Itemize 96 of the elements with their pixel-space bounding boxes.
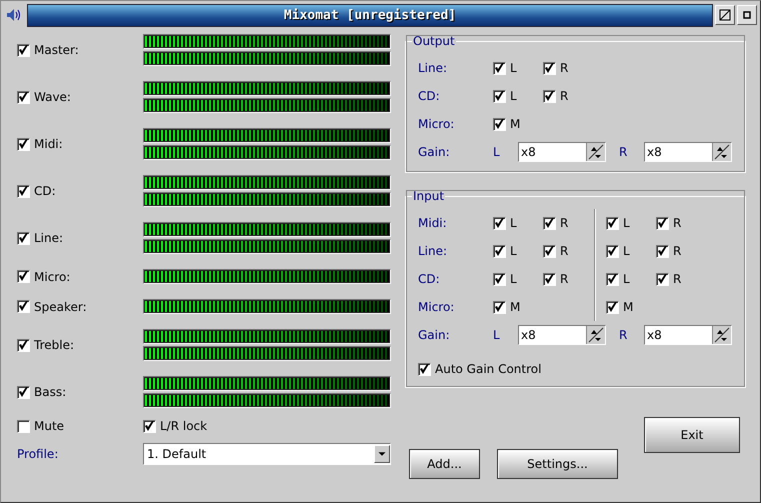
- checkbox-label: Master:: [34, 43, 79, 57]
- checkbox[interactable]: [656, 272, 669, 286]
- profile-dropdown[interactable]: 1. Default: [143, 443, 391, 465]
- checkbox-label: R: [673, 216, 682, 230]
- channel-label: R: [619, 328, 628, 342]
- row-label: Gain:: [418, 328, 451, 342]
- add-button[interactable]: Add...: [409, 449, 480, 479]
- checkbox[interactable]: [543, 272, 556, 286]
- checkbox-label: L: [510, 272, 517, 286]
- checkbox-label: R: [560, 244, 568, 258]
- checkbox[interactable]: [606, 272, 619, 286]
- gain-spinbox[interactable]: x8: [518, 325, 606, 345]
- checkbox[interactable]: [493, 272, 506, 286]
- checkbox-label: Bass:: [34, 385, 66, 399]
- checkbox-label: Mute: [34, 419, 64, 433]
- gain-spinbox[interactable]: x8: [644, 142, 732, 162]
- checkbox[interactable]: [418, 362, 431, 376]
- row-label: Line:: [418, 61, 448, 75]
- checkbox-label: L/R lock: [160, 419, 208, 433]
- checkbox[interactable]: [17, 270, 30, 283]
- checkbox[interactable]: [17, 338, 30, 352]
- checkbox-label: R: [673, 244, 682, 258]
- checkbox-label: Line:: [34, 231, 64, 245]
- checkbox-label: L: [510, 89, 517, 103]
- row-label: CD:: [418, 272, 441, 286]
- checkbox[interactable]: [17, 90, 30, 104]
- restore-button[interactable]: [737, 5, 757, 25]
- maximize-button[interactable]: [715, 5, 735, 25]
- checkbox-label: L: [623, 272, 630, 286]
- checkbox-label: Wave:: [34, 90, 71, 104]
- speaker-icon[interactable]: [5, 7, 23, 23]
- checkbox-label: Auto Gain Control: [435, 362, 542, 376]
- row-label: CD:: [418, 89, 441, 103]
- checkbox[interactable]: [17, 420, 30, 432]
- checkbox[interactable]: [493, 300, 506, 314]
- row-label: Line:: [418, 244, 448, 258]
- checkbox-label: L: [510, 216, 517, 230]
- checkbox[interactable]: [656, 216, 669, 230]
- gain-spinbox[interactable]: x8: [644, 325, 732, 345]
- row-label: Gain:: [418, 145, 451, 159]
- checkbox[interactable]: [606, 216, 619, 230]
- channel-label: R: [619, 145, 628, 159]
- spin-arrows-icon[interactable]: [586, 143, 605, 161]
- checkbox[interactable]: [606, 244, 619, 258]
- checkbox[interactable]: [17, 386, 30, 398]
- checkbox-label: L: [623, 244, 630, 258]
- checkbox-label: R: [560, 89, 568, 103]
- checkbox-label: Treble:: [34, 338, 74, 352]
- gain-spinbox[interactable]: x8: [518, 142, 606, 162]
- exit-button[interactable]: Exit: [644, 417, 740, 453]
- checkbox[interactable]: [543, 62, 556, 74]
- row-label: Midi:: [418, 216, 448, 230]
- checkbox-label: M: [510, 300, 520, 314]
- checkbox-label: R: [560, 216, 568, 230]
- checkbox-label: Speaker:: [34, 300, 87, 314]
- checkbox-label: R: [560, 272, 568, 286]
- checkbox[interactable]: [493, 244, 506, 258]
- maximize-icon: [719, 9, 731, 21]
- checkbox-label: R: [560, 61, 568, 75]
- checkbox-label: Midi:: [34, 137, 63, 151]
- group-title: Output: [412, 34, 456, 48]
- checkbox[interactable]: [17, 44, 30, 56]
- spin-arrows-icon[interactable]: [712, 326, 731, 344]
- row-label: Micro:: [418, 117, 456, 131]
- checkbox-label: L: [623, 216, 630, 230]
- channel-label: L: [493, 145, 501, 159]
- checkbox-label: Micro:: [34, 270, 70, 284]
- checkbox[interactable]: [656, 244, 669, 258]
- checkbox[interactable]: [493, 118, 506, 130]
- checkbox[interactable]: [17, 138, 30, 150]
- checkbox-label: CD:: [34, 184, 56, 198]
- profile-label: Profile:: [17, 447, 60, 461]
- checkbox-label: M: [623, 300, 634, 314]
- settings-button[interactable]: Settings...: [497, 449, 618, 479]
- checkbox-label: R: [673, 272, 682, 286]
- channel-label: L: [493, 328, 501, 342]
- checkbox[interactable]: [17, 300, 30, 313]
- checkbox[interactable]: [493, 62, 506, 74]
- checkbox[interactable]: [143, 420, 156, 432]
- checkbox[interactable]: [543, 90, 556, 102]
- checkbox[interactable]: [493, 90, 506, 102]
- checkbox[interactable]: [543, 244, 556, 258]
- window-title: Mixomat [unregistered]: [284, 8, 456, 22]
- checkbox-label: L: [510, 61, 517, 75]
- checkbox[interactable]: [17, 232, 30, 244]
- restore-icon: [743, 11, 751, 19]
- checkbox-label: M: [510, 117, 520, 131]
- group-title: Input: [412, 189, 446, 203]
- checkbox[interactable]: [17, 184, 30, 198]
- checkbox-label: L: [510, 244, 517, 258]
- checkbox[interactable]: [493, 216, 506, 230]
- row-label: Micro:: [418, 300, 456, 314]
- spin-arrows-icon[interactable]: [712, 143, 731, 161]
- checkbox[interactable]: [606, 300, 619, 314]
- spin-arrows-icon[interactable]: [586, 326, 605, 344]
- checkbox[interactable]: [543, 216, 556, 230]
